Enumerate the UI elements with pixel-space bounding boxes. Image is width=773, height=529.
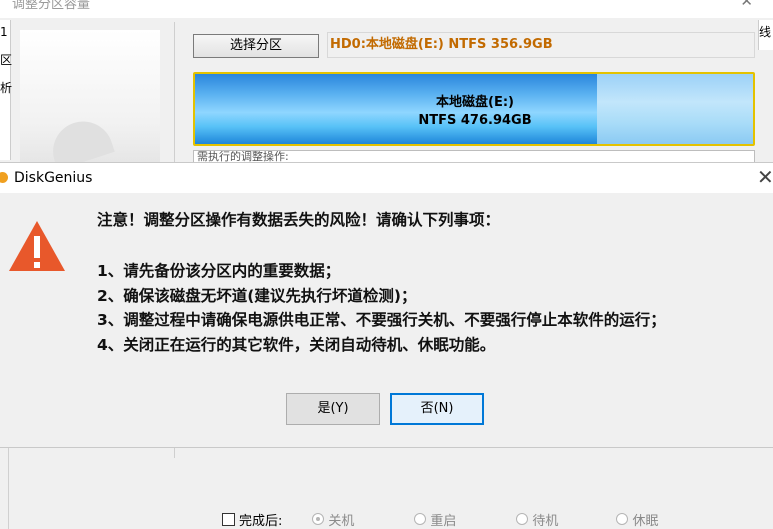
- warning-item: 3、调整过程中请确保电源供电正常、不要强行关机、不要强行停止本软件的运行；: [97, 311, 666, 329]
- radio-dot: [616, 513, 629, 525]
- bg-window-title: 调整分区容量: [12, 0, 91, 12]
- radio-label: 重启: [430, 513, 457, 529]
- radio-hibernate[interactable]: 休眠: [616, 510, 658, 529]
- diskgenius-app-icon: [0, 172, 8, 183]
- radio-shutdown[interactable]: 关机: [312, 510, 354, 529]
- bg-left-strip-char: 区: [0, 53, 13, 67]
- dialog-body: 注意！调整分区操作有数据丢失的风险！请确认下列事项： 1、请先备份该分区内的重要…: [0, 193, 773, 447]
- radio-standby[interactable]: 待机: [516, 510, 558, 529]
- radio-restart[interactable]: 重启: [414, 510, 456, 529]
- no-button[interactable]: 否(N): [390, 393, 484, 425]
- dialog-title-bar: DiskGenius ✕: [0, 163, 773, 193]
- bg-left-strip-char: 析: [0, 81, 13, 95]
- close-icon[interactable]: ✕: [757, 165, 773, 189]
- bg-close-icon[interactable]: ✕: [740, 0, 753, 10]
- disk-bar-label: 本地磁盘(E:) NTFS 476.94GB: [195, 94, 753, 130]
- bg-title-bar: [0, 0, 773, 18]
- after-complete-checkbox[interactable]: [222, 512, 235, 526]
- dialog-title: DiskGenius: [14, 170, 93, 186]
- bg-separator: [174, 22, 175, 164]
- radio-label: 休眠: [632, 513, 659, 529]
- disk-partition-bar[interactable]: 本地磁盘(E:) NTFS 476.94GB: [193, 72, 755, 146]
- bg-left-strip: 1 区 析: [0, 20, 13, 160]
- radio-dot: [312, 513, 325, 525]
- radio-label: 关机: [328, 513, 355, 529]
- confirm-dialog: DiskGenius ✕ 注意！调整分区操作有数据丢失的风险！请确认下列事项： …: [0, 162, 773, 448]
- radio-label: 待机: [532, 513, 559, 529]
- disk-bar-info: NTFS 476.94GB: [418, 113, 532, 128]
- warning-triangle-icon: [9, 221, 65, 271]
- disk-illustration: [20, 30, 160, 171]
- bg-lower-border: [8, 446, 9, 529]
- disk-bar-name: 本地磁盘(E:): [436, 95, 514, 110]
- warning-item: 1、请先备份该分区内的重要数据；: [97, 262, 341, 280]
- warning-heading: 注意！调整分区操作有数据丢失的风险！请确认下列事项：: [97, 211, 501, 229]
- radio-dot: [516, 513, 529, 525]
- warning-item: 4、关闭正在运行的其它软件，关闭自动待机、休眠功能。: [97, 336, 496, 354]
- warning-item: 2、确保该磁盘无坏道(建议先执行坏道检测)；: [97, 287, 417, 305]
- partition-info-text: HD0:本地磁盘(E:) NTFS 356.9GB: [327, 32, 755, 58]
- radio-dot: [414, 513, 427, 525]
- yes-button[interactable]: 是(Y): [286, 393, 380, 425]
- bg-left-strip-char: 1: [0, 25, 8, 39]
- bg-right-strip: 线: [758, 20, 773, 50]
- select-partition-button[interactable]: 选择分区: [193, 34, 319, 58]
- after-complete-label: 完成后:: [239, 513, 283, 529]
- after-complete-row: 完成后: 关机 重启 待机 休眠: [222, 509, 658, 529]
